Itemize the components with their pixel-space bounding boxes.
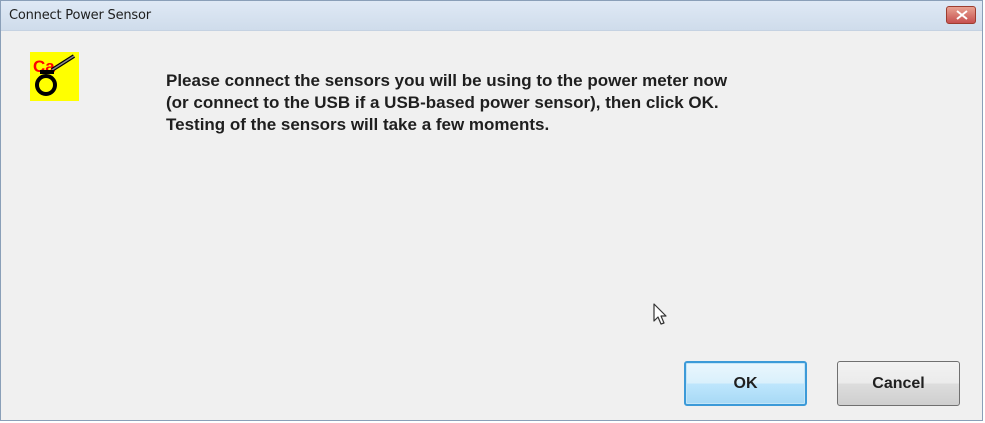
ok-button[interactable]: OK	[684, 361, 807, 406]
dialog-window: Connect Power Sensor Ca Please connect t…	[0, 0, 983, 421]
mouse-pointer-icon	[653, 303, 667, 325]
close-button[interactable]	[946, 6, 976, 24]
cal-tool-icon: Ca	[30, 52, 79, 101]
title-bar[interactable]: Connect Power Sensor	[1, 1, 982, 31]
dialog-message: Please connect the sensors you will be u…	[166, 71, 728, 134]
close-icon	[956, 10, 968, 20]
cancel-button[interactable]: Cancel	[837, 361, 960, 406]
window-title: Connect Power Sensor	[9, 8, 151, 23]
